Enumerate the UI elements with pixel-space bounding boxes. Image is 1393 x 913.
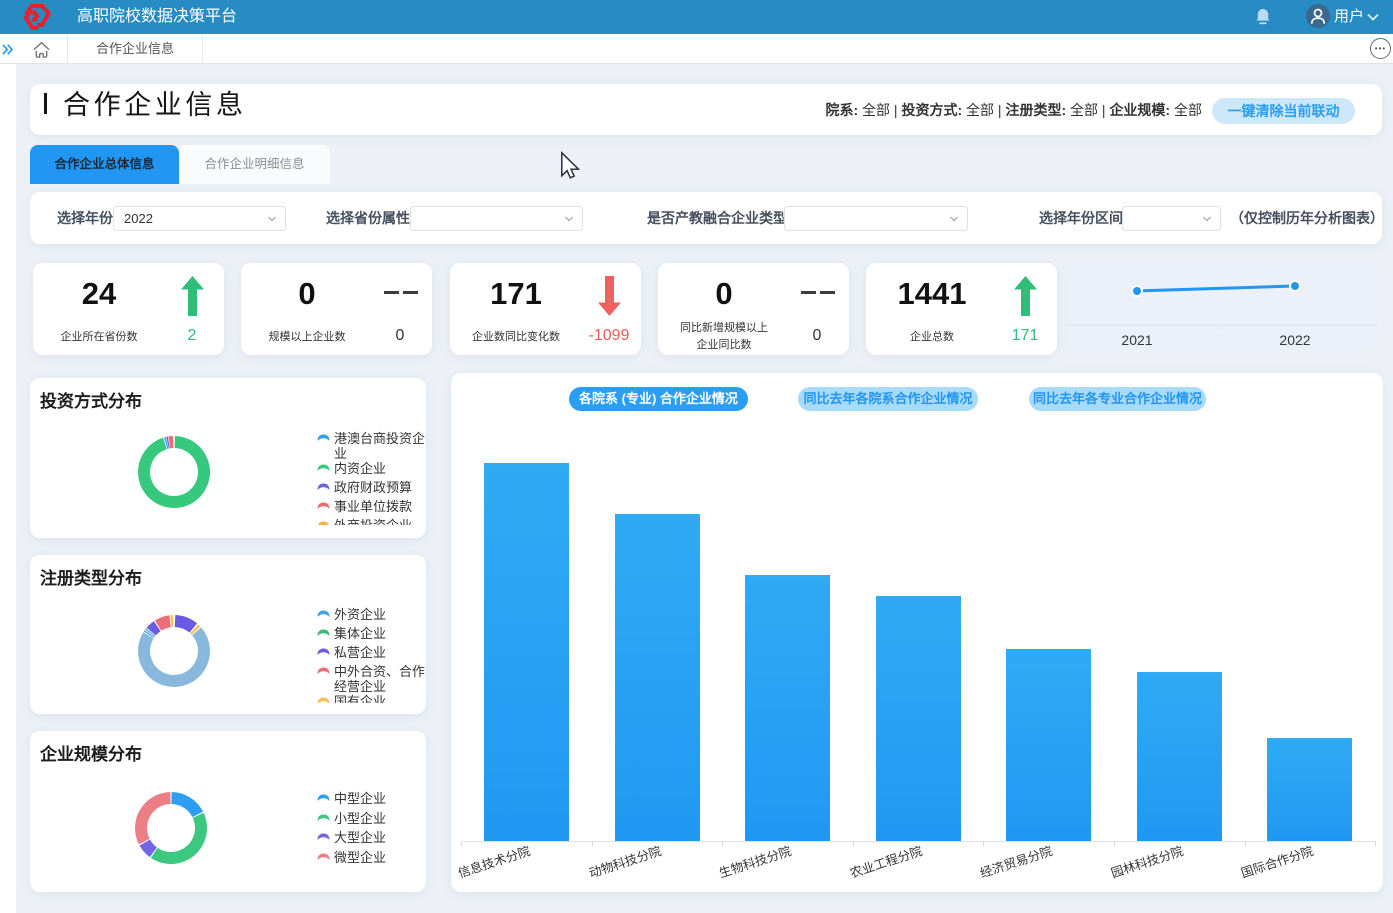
- svg-text:2022: 2022: [1279, 332, 1310, 348]
- svg-text:2021: 2021: [1121, 332, 1152, 348]
